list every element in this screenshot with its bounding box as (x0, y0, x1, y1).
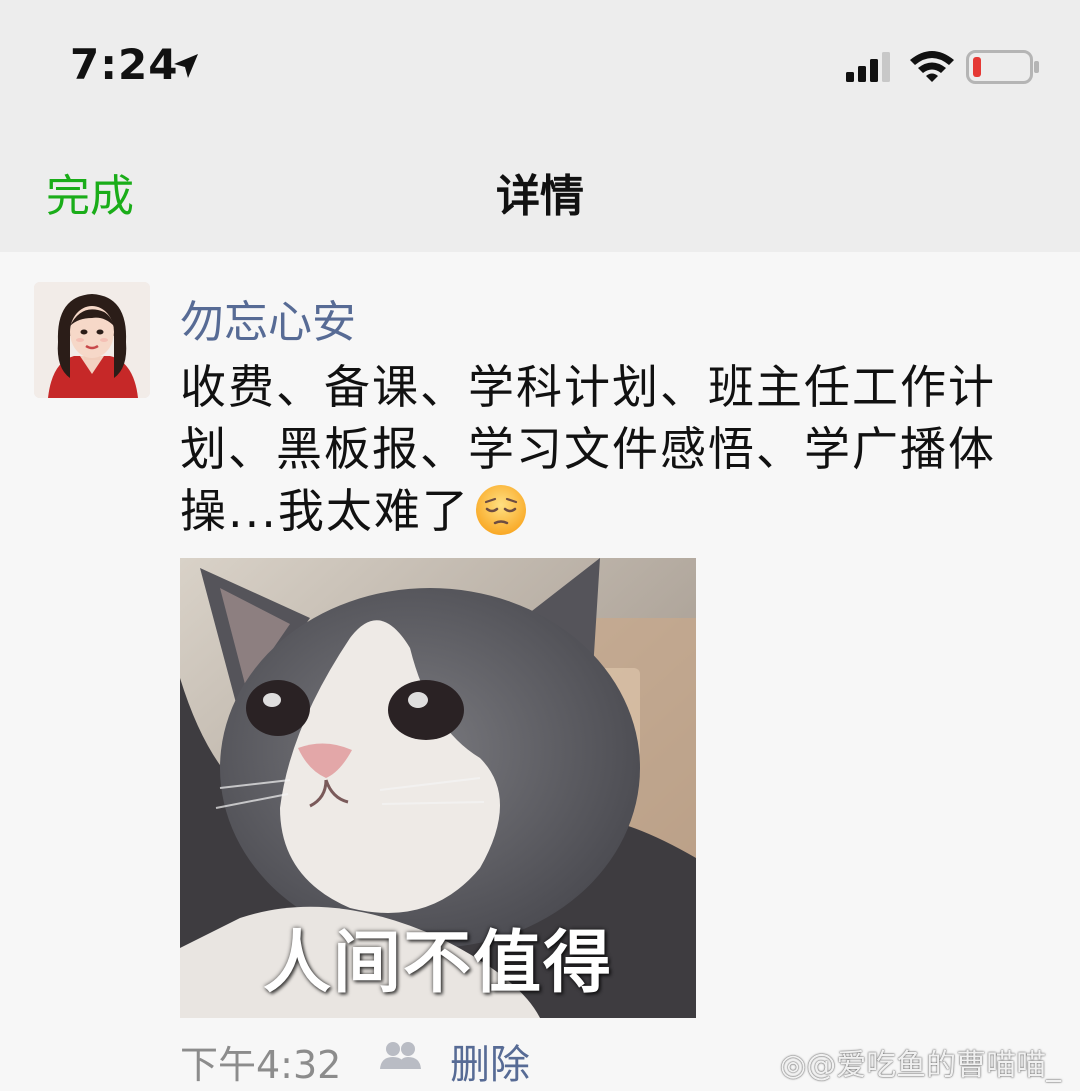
post-text-content: 收费、备课、学科计划、班主任工作计划、黑板报、学习文件感悟、学广播体操...我太… (180, 360, 996, 538)
post-text: 收费、备课、学科计划、班主任工作计划、黑板报、学习文件感悟、学广播体操...我太… (180, 356, 1040, 542)
moments-detail-screen: 7:24 完成 详情 勿忘心安 收费、备课、学科计划、班主任工作计划、黑板报、学… (0, 0, 1080, 1091)
visibility-friends-icon[interactable] (378, 1040, 422, 1070)
battery-icon (966, 50, 1039, 84)
pensive-face-icon (475, 485, 526, 535)
meme-caption: 人间不值得 (262, 924, 613, 1003)
location-arrow-icon (174, 54, 198, 78)
cellular-signal-icon (846, 52, 890, 82)
navigation-bar: 完成 详情 (0, 130, 1080, 252)
weibo-logo-icon: ◎ (780, 1048, 807, 1083)
author-name[interactable]: 勿忘心安 (180, 286, 356, 350)
watermark-text: @爱吃鱼的曹喵喵_ (806, 1048, 1062, 1083)
wifi-icon (910, 51, 954, 82)
post-image[interactable]: 人间不值得 (180, 558, 696, 1018)
post-meta-row: 下午4:32 删除 (180, 1032, 880, 1088)
weibo-watermark: ◎@爱吃鱼的曹喵喵_ (780, 1040, 1061, 1084)
post-time: 下午4:32 (180, 1043, 342, 1087)
page-title: 详情 (496, 171, 584, 222)
author-avatar[interactable] (34, 282, 150, 398)
delete-button[interactable]: 删除 (450, 1032, 530, 1090)
status-time: 7:24 (70, 40, 179, 89)
status-bar: 7:24 (0, 0, 1080, 130)
avatar-image (34, 282, 150, 398)
